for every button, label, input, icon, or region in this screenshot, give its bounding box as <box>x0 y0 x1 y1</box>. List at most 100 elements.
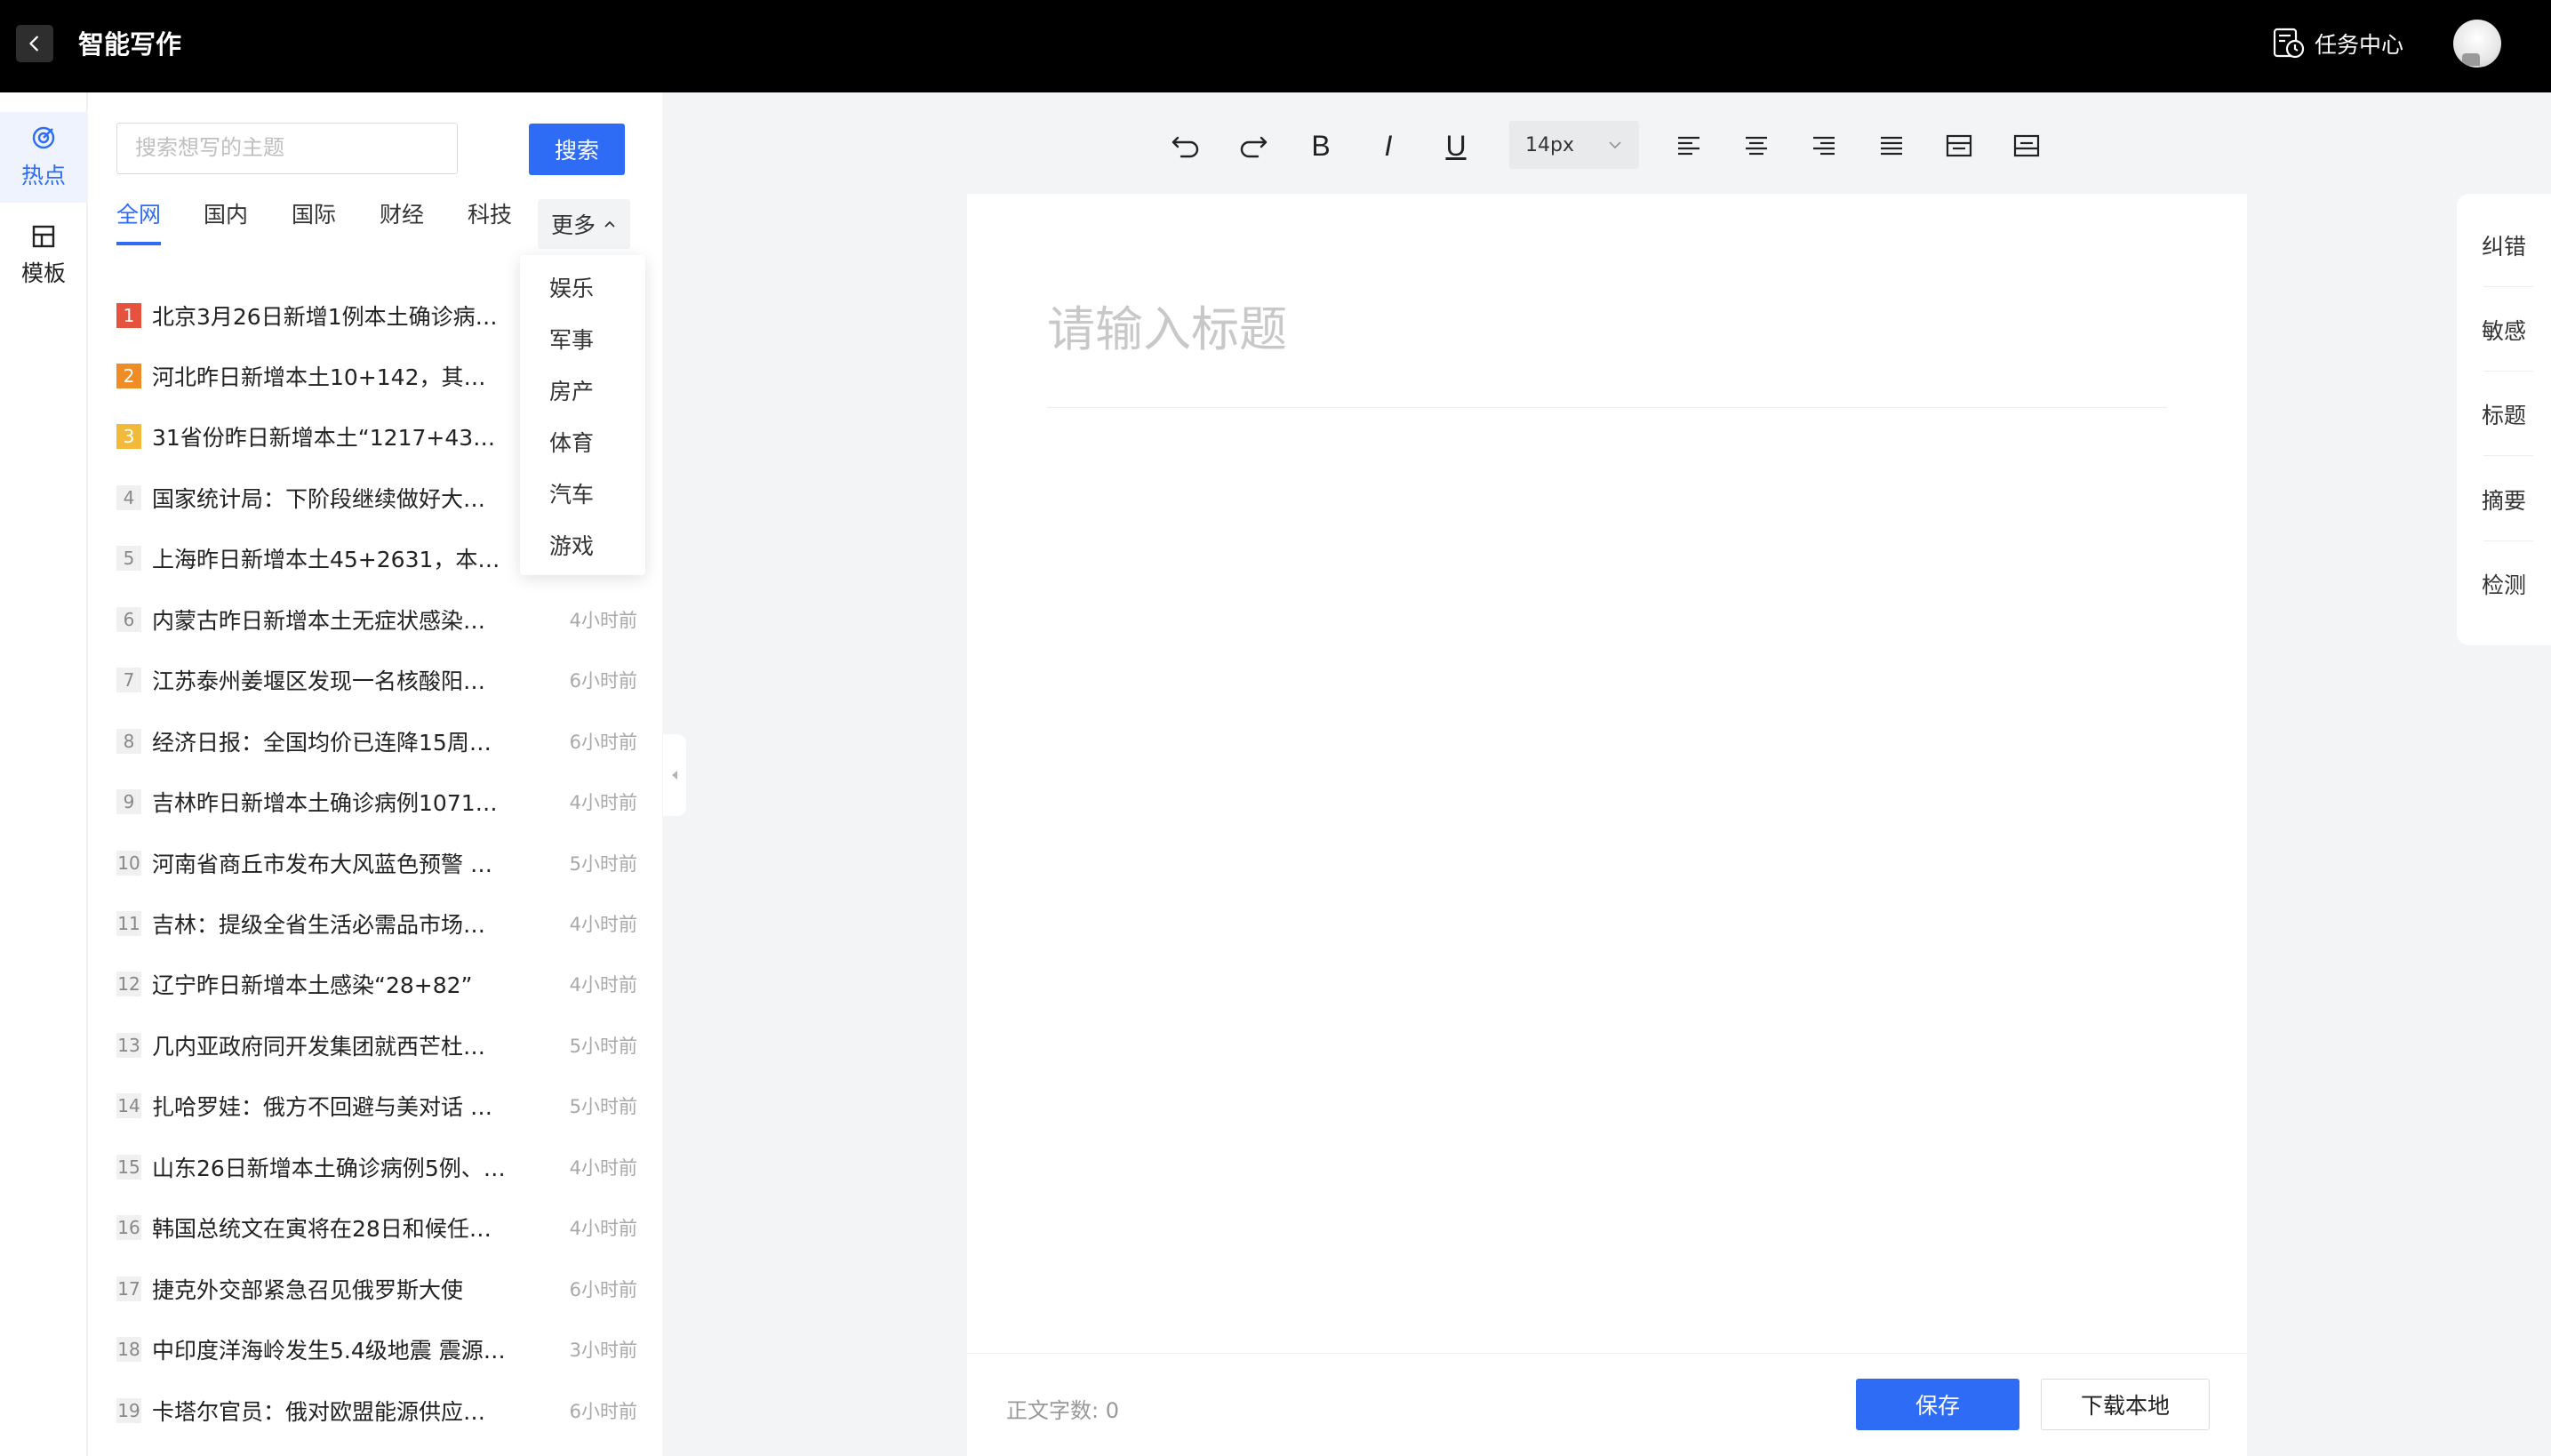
list-item[interactable]: 14 扎哈罗娃：俄方不回避与美对话 但需平等 5小时前 <box>116 1084 650 1128</box>
rank-badge: 10 <box>116 851 141 876</box>
news-time: 4小时前 <box>569 974 637 996</box>
align-right-button[interactable] <box>1803 124 1845 167</box>
list-item[interactable]: 7 江苏泰州姜堰区发现一名核酸阳性人员 6小时前 <box>116 658 650 702</box>
news-title: 山东26日新增本土确诊病例5例、无症状 <box>152 1156 508 1181</box>
tab-international[interactable]: 国际 <box>292 197 336 233</box>
news-title: 中印度洋海岭发生5.4级地震 震源深度10千米 <box>152 1338 508 1364</box>
align-left-button[interactable] <box>1667 124 1710 167</box>
rank-badge: 17 <box>116 1276 141 1301</box>
list-item[interactable]: 9 吉林昨日新增本土确诊病例1071例和无症状 4小时前 <box>116 780 650 824</box>
news-title: 吉林：提级全省生活必需品市场保供稳价 <box>152 912 508 938</box>
menu-item-auto[interactable]: 汽车 <box>520 476 645 527</box>
rail-item-hot[interactable]: 热点 <box>0 112 87 203</box>
rail-item-template-label: 模板 <box>20 260 66 286</box>
rank-badge: 15 <box>116 1155 141 1180</box>
nav-rail: 热点 模板 <box>0 92 87 1456</box>
back-button[interactable] <box>16 25 53 62</box>
tool-summary[interactable]: 摘要 <box>2457 484 2551 519</box>
undo-button[interactable] <box>1164 124 1207 167</box>
avatar[interactable] <box>2453 20 2501 68</box>
news-time: 4小时前 <box>569 792 637 813</box>
bold-button[interactable]: B <box>1299 124 1342 167</box>
download-button[interactable]: 下载本地 <box>2041 1379 2210 1430</box>
align-center-icon <box>1746 136 1767 156</box>
news-title: 上海昨日新增本土45+2631，本轮疫情持续发展 <box>152 547 508 572</box>
divider <box>2483 371 2533 372</box>
caret-left-icon <box>672 771 677 780</box>
list-item[interactable]: 15 山东26日新增本土确诊病例5例、无症状 4小时前 <box>116 1145 650 1189</box>
news-title: 捷克外交部紧急召见俄罗斯大使 <box>152 1277 464 1303</box>
menu-item-military[interactable]: 军事 <box>520 321 645 372</box>
divider <box>2483 540 2533 541</box>
news-title: 吉林昨日新增本土确诊病例1071例和无症状 <box>152 790 508 816</box>
menu-item-games[interactable]: 游戏 <box>520 527 645 579</box>
tab-tech[interactable]: 科技 <box>468 197 512 233</box>
news-title: 辽宁昨日新增本土感染“28+82” <box>152 972 473 998</box>
save-button[interactable]: 保存 <box>1856 1379 2019 1430</box>
rank-badge: 4 <box>116 485 141 510</box>
list-item[interactable]: 6 内蒙古昨日新增本土无症状感染者多例 4小时前 <box>116 597 650 642</box>
list-item[interactable]: 10 河南省商丘市发布大风蓝色预警 请注意防范 5小时前 <box>116 841 650 885</box>
list-item[interactable]: 19 卡塔尔官员：俄对欧盟能源供应不可替代 6小时前 <box>116 1388 650 1433</box>
news-time: 5小时前 <box>569 853 637 875</box>
list-item[interactable]: 12 辽宁昨日新增本土感染“28+82” 4小时前 <box>116 962 650 1006</box>
tool-detect[interactable]: 检测 <box>2457 568 2551 604</box>
news-title: 国家统计局：下阶段继续做好大宗商品保供稳价 <box>152 486 508 512</box>
rank-badge: 14 <box>116 1093 141 1118</box>
menu-item-sports[interactable]: 体育 <box>520 424 645 476</box>
underline-label: U <box>1445 129 1467 162</box>
align-center-button[interactable] <box>1735 124 1778 167</box>
list-item[interactable]: 8 经济日报：全国均价已连降15周，房地产市场 6小时前 <box>116 719 650 764</box>
news-time: 5小时前 <box>569 1096 637 1117</box>
list-item[interactable]: 17 捷克外交部紧急召见俄罗斯大使 6小时前 <box>116 1267 650 1311</box>
tool-correction[interactable]: 纠错 <box>2457 229 2551 265</box>
list-item[interactable]: 11 吉林：提级全省生活必需品市场保供稳价 4小时前 <box>116 901 650 946</box>
align-left-icon <box>1678 136 1699 156</box>
title-input[interactable] <box>1047 293 2167 364</box>
tab-all[interactable]: 全网 <box>116 197 162 245</box>
rank-badge: 19 <box>116 1398 141 1423</box>
tab-domestic[interactable]: 国内 <box>204 197 248 233</box>
list-item[interactable]: 13 几内亚政府同开发集团就西芒杜铁矿项目 5小时前 <box>116 1023 650 1068</box>
block-bottom-icon <box>2013 134 2040 157</box>
menu-item-entertainment[interactable]: 娱乐 <box>520 269 645 321</box>
tab-finance[interactable]: 财经 <box>380 197 424 233</box>
editor-canvas: 正文字数: 0 保存 下载本地 <box>967 194 2247 1456</box>
redo-icon <box>1240 136 1268 158</box>
font-size-select[interactable]: 14px <box>1509 121 1639 169</box>
more-dropdown-menu: 娱乐 军事 房产 体育 汽车 游戏 <box>520 255 645 575</box>
search-input[interactable] <box>116 123 458 174</box>
search-button[interactable]: 搜索 <box>529 124 625 175</box>
chevron-up-icon <box>604 220 615 228</box>
news-title: 几内亚政府同开发集团就西芒杜铁矿项目 <box>152 1034 508 1060</box>
insert-quote-button[interactable] <box>2005 124 2048 167</box>
rank-badge: 9 <box>116 789 141 814</box>
tab-more[interactable]: 更多 <box>538 199 630 249</box>
menu-item-realestate[interactable]: 房产 <box>520 372 645 424</box>
redo-button[interactable] <box>1232 124 1275 167</box>
task-center-button[interactable]: 任务中心 <box>2272 27 2403 60</box>
underline-button[interactable]: U <box>1435 124 1477 167</box>
rank-badge: 11 <box>116 911 141 936</box>
title-divider <box>1047 407 2167 408</box>
list-item[interactable]: 16 韩国总统文在寅将在28日和候任总统会面 4小时前 <box>116 1205 650 1250</box>
list-item[interactable]: 18 中印度洋海岭发生5.4级地震 震源深度10千米 3小时前 <box>116 1327 650 1372</box>
justify-button[interactable] <box>1870 124 1913 167</box>
italic-button[interactable]: I <box>1367 124 1410 167</box>
tool-sensitive[interactable]: 敏感 <box>2457 314 2551 349</box>
divider <box>2483 286 2533 287</box>
task-center-label: 任务中心 <box>2315 32 2404 58</box>
news-title: 卡塔尔官员：俄对欧盟能源供应不可替代 <box>152 1399 508 1425</box>
insert-block-button[interactable] <box>1938 124 1980 167</box>
task-clock-icon <box>2273 28 2305 59</box>
news-time: 4小时前 <box>569 1157 637 1179</box>
news-title: 河南省商丘市发布大风蓝色预警 请注意防范 <box>152 852 508 877</box>
rank-badge: 7 <box>116 668 141 692</box>
block-top-icon <box>1946 134 1972 157</box>
right-tools-panel: 纠错 敏感 标题 摘要 检测 <box>2457 194 2551 645</box>
word-count: 正文字数: 0 <box>1006 1398 1119 1423</box>
news-title: 31省份昨日新增本土“1217+4333”，吉林上海占多数 <box>152 425 508 451</box>
panel-collapse-handle[interactable] <box>663 734 686 816</box>
rail-item-template[interactable]: 模板 <box>0 212 87 292</box>
tool-title[interactable]: 标题 <box>2457 398 2551 434</box>
